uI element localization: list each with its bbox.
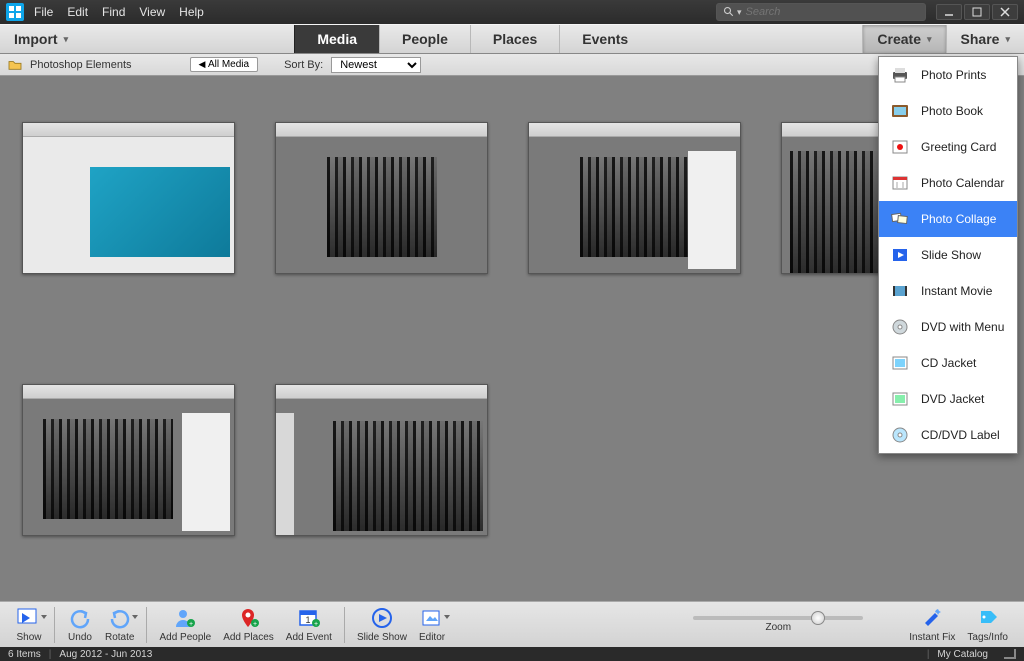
main-menu: File Edit Find View Help [34,5,204,19]
create-item-instant-movie[interactable]: Instant Movie [879,273,1017,309]
breadcrumb: Photoshop Elements [30,59,132,71]
dvd-icon [889,317,911,337]
status-catalog: My Catalog [937,649,988,660]
create-item-cd-jacket[interactable]: CD Jacket [879,345,1017,381]
search-input[interactable] [746,6,919,18]
create-item-label: Photo Book [921,104,983,118]
menu-find[interactable]: Find [102,5,125,19]
cd-jacket-icon [889,353,911,373]
menu-edit[interactable]: Edit [67,5,88,19]
window-controls [936,4,1018,20]
svg-text:1: 1 [305,615,310,625]
create-item-dvd-with-menu[interactable]: DVD with Menu [879,309,1017,345]
svg-text:+: + [253,621,257,628]
create-item-photo-calendar[interactable]: Photo Calendar [879,165,1017,201]
minimize-button[interactable] [936,4,962,20]
thumbnail[interactable] [275,122,488,274]
menu-file[interactable]: File [34,5,53,19]
create-item-slide-show[interactable]: Slide Show [879,237,1017,273]
titlebar: File Edit Find View Help ▾ [0,0,1024,24]
create-item-label: Greeting Card [921,140,996,154]
create-item-label: Photo Calendar [921,176,1004,190]
resize-grip-icon[interactable] [1004,649,1016,659]
show-tool[interactable]: Show [10,602,48,647]
play-icon [889,245,911,265]
chevron-down-icon [41,615,47,619]
instant-fix-tool[interactable]: Instant Fix [903,606,961,643]
rotate-tool[interactable]: Rotate [99,602,140,647]
chevron-down-icon [132,615,138,619]
menu-view[interactable]: View [139,5,165,19]
tab-places[interactable]: Places [470,25,559,53]
printer-icon [889,65,911,85]
create-item-dvd-jacket[interactable]: DVD Jacket [879,381,1017,417]
tab-people[interactable]: People [379,25,470,53]
tags-info-tool[interactable]: Tags/Info [961,606,1014,643]
svg-text:+: + [314,621,318,628]
svg-text:+: + [189,621,193,628]
add-event-tool[interactable]: 1+Add Event [280,602,338,647]
close-button[interactable] [992,4,1018,20]
create-item-photo-book[interactable]: Photo Book [879,93,1017,129]
disc-label-icon [889,425,911,445]
create-dropdown: Photo Prints Photo Book Greeting Card Ph… [878,56,1018,454]
create-item-cd-dvd-label[interactable]: CD/DVD Label [879,417,1017,453]
editor-tool[interactable]: Editor [413,602,451,647]
sort-select[interactable]: Newest [331,57,421,73]
create-item-label: Photo Collage [921,212,996,226]
zoom-slider[interactable] [693,616,863,620]
search-dropdown-icon[interactable]: ▾ [737,7,742,18]
calendar-icon [889,173,911,193]
primary-toolbar: Import Media People Places Events Create… [0,24,1024,54]
tab-events[interactable]: Events [559,25,650,53]
filter-bar: Photoshop Elements ◀ All Media Sort By: … [0,54,1024,76]
book-icon [889,101,911,121]
create-item-label: DVD with Menu [921,320,1004,334]
folder-icon [8,59,22,71]
sort-by-label: Sort By: [284,59,323,71]
add-people-tool[interactable]: +Add People [153,602,217,647]
dvd-jacket-icon [889,389,911,409]
card-icon [889,137,911,157]
create-item-greeting-card[interactable]: Greeting Card [879,129,1017,165]
share-button[interactable]: Share [946,25,1024,53]
create-item-label: Photo Prints [921,68,986,82]
tab-media[interactable]: Media [294,25,379,53]
create-button[interactable]: Create [862,25,945,53]
search-box[interactable]: ▾ [716,3,926,21]
slide-show-tool[interactable]: Slide Show [351,602,413,647]
search-icon [723,6,735,18]
collage-icon [889,209,911,229]
import-button[interactable]: Import [0,25,82,53]
create-item-label: CD Jacket [921,356,976,370]
view-tabs: Media People Places Events [294,25,650,53]
create-item-label: CD/DVD Label [921,428,1000,442]
bottom-toolbar: Show Undo Rotate +Add People +Add Places… [0,601,1024,647]
menu-help[interactable]: Help [179,5,204,19]
create-item-photo-collage[interactable]: Photo Collage [879,201,1017,237]
thumbnail[interactable] [528,122,741,274]
zoom-thumb[interactable] [811,611,825,625]
thumbnail[interactable] [22,122,235,274]
create-item-label: Instant Movie [921,284,992,298]
status-date-range: Aug 2012 - Jun 2013 [59,649,152,660]
all-media-button[interactable]: ◀ All Media [190,57,259,72]
chevron-down-icon [444,615,450,619]
media-grid [0,76,1024,615]
thumbnail[interactable] [22,384,235,536]
thumbnail[interactable] [275,384,488,536]
zoom-control: Zoom [693,616,863,633]
add-places-tool[interactable]: +Add Places [217,602,280,647]
status-item-count: 6 Items [8,649,41,660]
undo-tool[interactable]: Undo [61,602,99,647]
create-item-label: DVD Jacket [921,392,984,406]
status-bar: 6 Items | Aug 2012 - Jun 2013 | My Catal… [0,647,1024,661]
create-item-photo-prints[interactable]: Photo Prints [879,57,1017,93]
app-icon [6,3,24,21]
film-icon [889,281,911,301]
create-item-label: Slide Show [921,248,981,262]
maximize-button[interactable] [964,4,990,20]
